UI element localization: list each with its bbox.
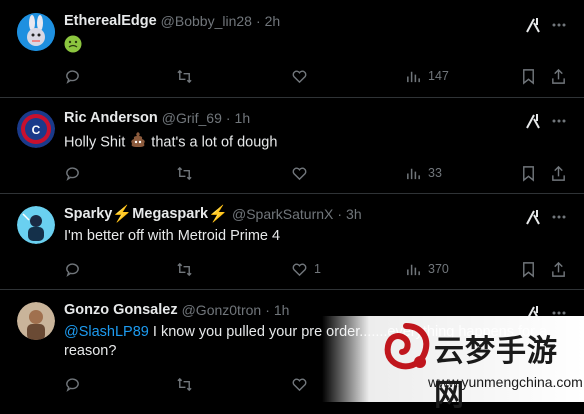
more-options-icon[interactable] — [551, 17, 567, 33]
heart-icon — [292, 70, 307, 83]
watermark-title: 云梦手游网 — [434, 334, 558, 413]
reply-button[interactable] — [64, 67, 87, 85]
retweet-button[interactable] — [176, 67, 199, 85]
bookmark-icon — [523, 165, 534, 182]
tweet[interactable]: C Ric Anderson @Grif_69 · 1h Holly Shit … — [0, 98, 584, 194]
heart-icon — [292, 263, 307, 276]
separator-dot: · — [225, 110, 231, 126]
pile-of-poo-icon — [129, 131, 147, 154]
reply-icon — [66, 377, 79, 392]
lightning-icon: ⚡ — [208, 206, 228, 223]
display-name[interactable]: Gonzo Gonsalez — [64, 302, 178, 318]
tweet-text-part: that's a lot of dough — [147, 134, 278, 151]
grok-icon[interactable] — [524, 16, 542, 34]
share-button[interactable] — [550, 260, 567, 278]
views-count: 147 — [428, 69, 449, 83]
more-options-icon[interactable] — [551, 113, 567, 129]
avatar[interactable]: C — [17, 110, 55, 148]
tweet[interactable]: EtherealEdge @Bobby_lin28 · 2h 147 — [0, 0, 584, 98]
retweet-icon — [177, 69, 192, 83]
reply-button[interactable] — [64, 260, 87, 278]
grok-icon[interactable] — [524, 112, 542, 130]
timestamp[interactable]: 1h — [235, 110, 251, 126]
bookmark-button[interactable] — [520, 164, 537, 182]
reply-button[interactable] — [64, 375, 87, 393]
share-button[interactable] — [550, 164, 567, 182]
share-icon — [552, 261, 565, 277]
like-button[interactable] — [291, 67, 314, 85]
display-name-part[interactable]: Sparky — [64, 206, 112, 222]
separator-dot: · — [265, 302, 270, 318]
share-icon — [552, 165, 565, 181]
analytics-icon — [407, 168, 420, 179]
retweet-icon — [177, 166, 192, 180]
display-name[interactable]: Ric Anderson — [64, 110, 158, 126]
grok-icon[interactable] — [524, 208, 542, 226]
timestamp[interactable]: 1h — [274, 302, 290, 318]
like-button[interactable]: 1 — [291, 260, 321, 278]
tweet-text: Holly Shit that's a lot of dough — [64, 131, 569, 154]
display-name[interactable]: EtherealEdge — [64, 13, 157, 29]
watermark-url: www.yunmengchina.com — [428, 374, 583, 390]
tweet[interactable]: Sparky ⚡ Megaspark ⚡ @SparkSaturnX · 3h … — [0, 194, 584, 290]
views-button[interactable]: 147 — [405, 67, 449, 85]
analytics-icon — [407, 264, 420, 275]
reply-icon — [66, 166, 79, 181]
bookmark-button[interactable] — [520, 67, 537, 85]
like-button[interactable] — [291, 375, 314, 393]
bookmark-icon — [523, 261, 534, 278]
views-count: 33 — [428, 166, 442, 180]
watermark-logo-icon — [380, 322, 432, 374]
separator-dot: · — [255, 13, 261, 29]
share-button[interactable] — [550, 67, 567, 85]
nauseated-face-icon — [64, 35, 82, 59]
reply-button[interactable] — [64, 164, 87, 182]
tweet-text: I'm better off with Metroid Prime 4 — [64, 228, 281, 244]
views-button[interactable]: 370 — [405, 260, 449, 278]
reply-icon — [66, 262, 79, 277]
watermark: 云梦手游网 www.yunmengchina.com — [322, 316, 584, 413]
timestamp[interactable]: 2h — [265, 13, 281, 29]
display-name-part[interactable]: Megaspark — [132, 206, 208, 222]
heart-icon — [292, 167, 307, 180]
heart-icon — [292, 378, 307, 391]
bookmark-icon — [523, 68, 534, 85]
svg-text:C: C — [32, 123, 41, 137]
user-handle[interactable]: @Gonz0tron — [182, 302, 262, 318]
tweet-text-part: Holly Shit — [64, 134, 130, 151]
bookmark-button[interactable] — [520, 260, 537, 278]
views-button[interactable]: 33 — [405, 164, 442, 182]
user-handle[interactable]: @Bobby_lin28 — [161, 13, 252, 29]
like-count: 1 — [314, 262, 321, 276]
mention-link[interactable]: @SlashLP89 — [64, 324, 149, 340]
retweet-button[interactable] — [176, 164, 199, 182]
separator-dot: · — [337, 206, 343, 222]
retweet-icon — [177, 377, 192, 391]
user-handle[interactable]: @Grif_69 — [162, 110, 222, 126]
reply-icon — [66, 69, 79, 84]
analytics-icon — [407, 71, 420, 82]
avatar[interactable] — [17, 13, 55, 51]
more-options-icon[interactable] — [551, 209, 567, 225]
lightning-icon: ⚡ — [112, 206, 133, 223]
views-count: 370 — [428, 262, 449, 276]
share-icon — [552, 68, 565, 84]
like-button[interactable] — [291, 164, 314, 182]
retweet-button[interactable] — [176, 375, 199, 393]
user-handle[interactable]: @SparkSaturnX — [232, 206, 333, 222]
retweet-icon — [177, 262, 192, 276]
tweet-text — [64, 35, 569, 59]
avatar[interactable] — [17, 302, 55, 340]
timestamp[interactable]: 3h — [346, 206, 362, 222]
retweet-button[interactable] — [176, 260, 199, 278]
avatar[interactable] — [17, 206, 55, 244]
